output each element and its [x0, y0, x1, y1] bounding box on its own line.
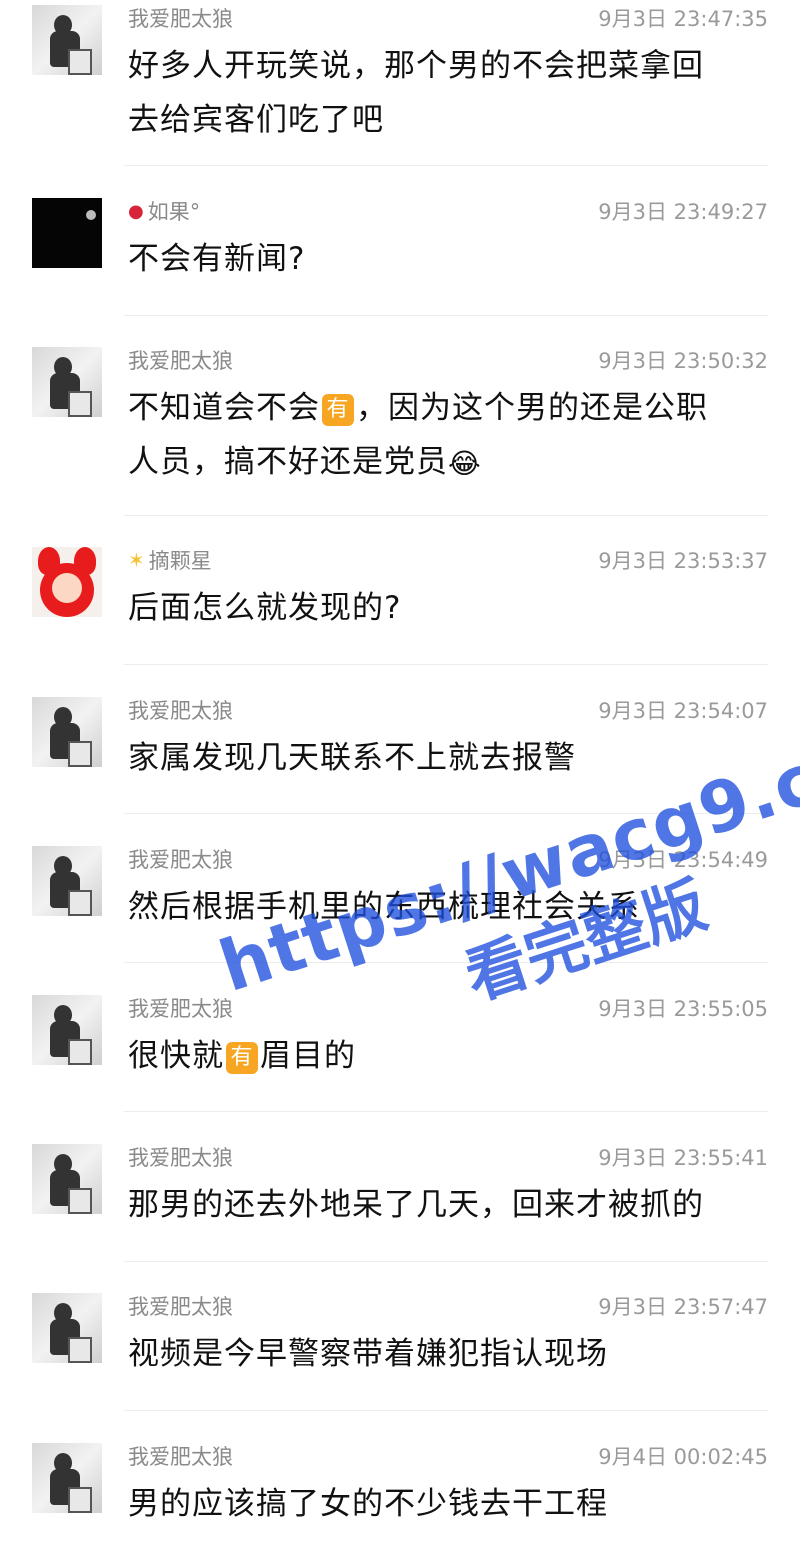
laugh-cry-emoji-icon: 😂	[448, 446, 482, 480]
username[interactable]: 我爱肥太狼	[128, 993, 233, 1023]
comment-text: 然后根据手机里的东西梳理社会关系	[128, 889, 640, 925]
divider	[124, 962, 768, 963]
timestamp: 9月3日 23:49:27	[598, 200, 768, 224]
username[interactable]: 我爱肥太狼	[128, 1291, 233, 1321]
user-avatar[interactable]	[32, 697, 102, 767]
user-avatar[interactable]	[32, 547, 102, 617]
user-avatar[interactable]	[32, 995, 102, 1065]
timestamp: 9月3日 23:54:49	[598, 848, 768, 872]
divider	[124, 1410, 768, 1411]
strawberry-icon: ●	[128, 200, 144, 222]
comment-text: 不会有新闻?	[128, 241, 306, 277]
comment-text: 不知道会不会有，因为这个男的还是公职 人员，搞不好还是党员😂	[128, 381, 768, 491]
divider	[124, 165, 768, 166]
divider	[124, 1111, 768, 1112]
username-row[interactable]: ● 如果°	[128, 196, 200, 226]
timestamp: 9月3日 23:47:35	[598, 7, 768, 31]
timestamp: 9月3日 23:54:07	[598, 699, 768, 723]
username[interactable]: 摘颗星	[149, 545, 212, 575]
timestamp: 9月4日 00:02:45	[598, 1445, 768, 1469]
star-icon: ✶	[128, 548, 145, 572]
user-avatar[interactable]	[32, 1144, 102, 1214]
user-avatar[interactable]	[32, 1293, 102, 1363]
divider	[124, 813, 768, 814]
you-emoji-icon: 有	[226, 1041, 258, 1074]
user-avatar[interactable]	[32, 846, 102, 916]
username[interactable]: 我爱肥太狼	[128, 844, 233, 874]
timestamp: 9月3日 23:55:41	[598, 1146, 768, 1170]
user-avatar[interactable]	[32, 5, 102, 75]
timestamp: 9月3日 23:50:32	[598, 349, 768, 373]
comment-text: 好多人开玩笑说，那个男的不会把菜拿回 去给宾客们吃了吧	[128, 48, 704, 138]
divider	[124, 1261, 768, 1262]
username-row[interactable]: ✶ 摘颗星	[128, 545, 212, 575]
comment-text: 那男的还去外地呆了几天，回来才被抓的	[128, 1187, 704, 1223]
divider	[124, 315, 768, 316]
timestamp: 9月3日 23:55:05	[598, 997, 768, 1021]
username[interactable]: 我爱肥太狼	[128, 695, 233, 725]
timestamp: 9月3日 23:57:47	[598, 1295, 768, 1319]
user-avatar[interactable]	[32, 1443, 102, 1513]
comment-text: 男的应该搞了女的不少钱去干工程	[128, 1486, 608, 1522]
user-avatar[interactable]	[32, 347, 102, 417]
username[interactable]: 我爱肥太狼	[128, 1142, 233, 1172]
user-avatar[interactable]	[32, 198, 102, 268]
comment-text: 后面怎么就发现的?	[128, 590, 402, 626]
divider	[124, 664, 768, 665]
comment-text: 视频是今早警察带着嫌犯指认现场	[128, 1336, 608, 1372]
username[interactable]: 我爱肥太狼	[128, 1441, 233, 1471]
divider	[124, 515, 768, 516]
comment-text: 家属发现几天联系不上就去报警	[128, 740, 576, 776]
comment-text: 很快就有眉目的	[128, 1038, 356, 1074]
you-emoji-icon: 有	[322, 393, 354, 426]
username[interactable]: 我爱肥太狼	[128, 3, 233, 33]
timestamp: 9月3日 23:53:37	[598, 549, 768, 573]
username[interactable]: 我爱肥太狼	[128, 345, 233, 375]
username[interactable]: 如果°	[148, 196, 201, 226]
